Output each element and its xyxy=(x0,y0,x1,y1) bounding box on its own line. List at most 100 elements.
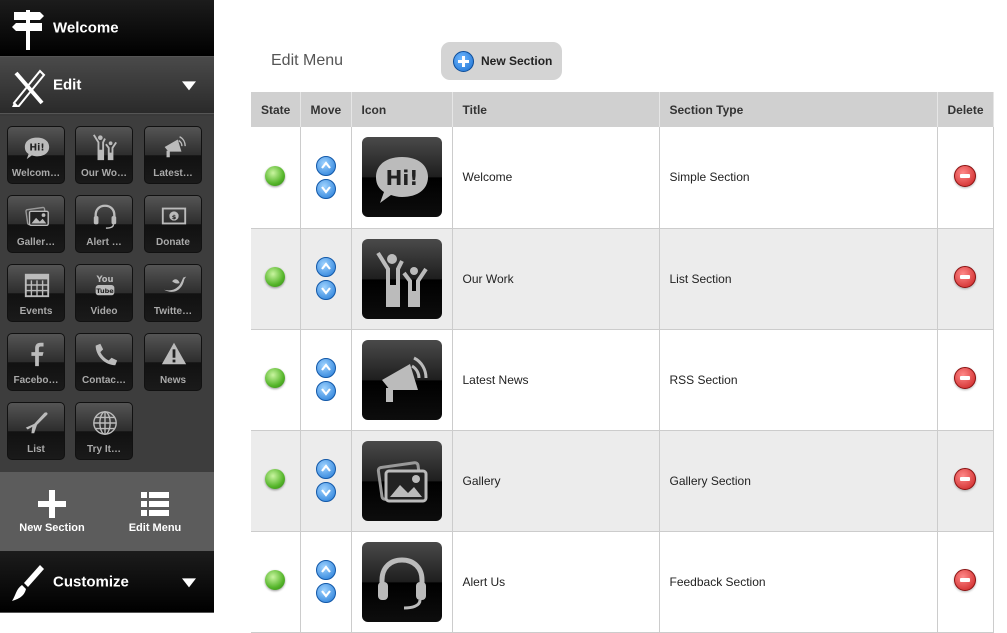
move-down-button[interactable] xyxy=(315,381,336,401)
chevron-down-icon[interactable] xyxy=(182,577,196,587)
section-icon-tile[interactable] xyxy=(361,440,442,521)
icon-cell xyxy=(351,329,453,431)
sidebar-tile-label: Facebo… xyxy=(13,375,59,386)
sidebar-tile-10[interactable]: Contac… xyxy=(75,333,133,391)
arrow-up-icon xyxy=(320,160,331,169)
sidebar-tile-2[interactable]: Latest… xyxy=(144,126,202,184)
column-header-icon: Icon xyxy=(351,92,453,127)
section-type: List Section xyxy=(659,228,938,330)
move-up-button[interactable] xyxy=(315,155,336,176)
sections-table: State Move Icon Title Section Type Delet… xyxy=(251,92,994,633)
section-type: RSS Section xyxy=(659,329,938,431)
sidebar-customize-header[interactable]: Customize xyxy=(0,551,214,613)
delete-button[interactable] xyxy=(954,164,976,187)
delete-button[interactable] xyxy=(954,367,976,389)
sidebar-tile-5[interactable]: $ Donate xyxy=(144,195,202,253)
new-section-button[interactable]: New Section xyxy=(441,42,562,80)
airplane-icon xyxy=(25,412,48,434)
move-up-button[interactable] xyxy=(315,358,336,378)
svg-text:You: You xyxy=(95,274,113,284)
section-icon-tile[interactable]: Hi! xyxy=(361,137,442,218)
people-icon xyxy=(375,251,428,307)
state-active-icon[interactable] xyxy=(265,469,286,489)
section-type: Gallery Section xyxy=(659,430,938,532)
move-down-button[interactable] xyxy=(315,178,336,199)
table-row: Latest News RSS Section xyxy=(251,329,994,431)
section-icon-tile[interactable] xyxy=(361,541,442,622)
sidebar-tile-13[interactable]: Try It… xyxy=(75,402,133,460)
move-down-button[interactable] xyxy=(315,280,336,300)
sidebar-tile-label: Galler… xyxy=(16,237,56,248)
delete-button[interactable] xyxy=(954,569,976,591)
sidebar-tile-12[interactable]: List xyxy=(7,402,65,460)
plus-circle-icon xyxy=(453,51,474,72)
sidebar-tile-label: Try It… xyxy=(87,444,121,455)
state-active-icon[interactable] xyxy=(265,368,286,388)
sidebar-welcome-header[interactable]: Welcome xyxy=(0,0,214,57)
hi-speech-icon: Hi! xyxy=(375,157,428,204)
move-down-button[interactable] xyxy=(315,482,336,502)
sidebar-tile-label: Latest… xyxy=(153,168,193,179)
section-title: Alert Us xyxy=(452,531,660,633)
sidebar-edit-menu-button[interactable]: Edit Menu xyxy=(105,490,205,534)
delete-button[interactable] xyxy=(954,266,976,288)
column-header-section-type: Section Type xyxy=(659,92,938,127)
move-cell xyxy=(300,127,352,229)
sidebar-tile-label: News xyxy=(159,375,187,386)
sidebar-tile-9[interactable]: Facebo… xyxy=(7,333,65,391)
paintbrush-icon xyxy=(12,565,44,601)
sidebar-tile-0[interactable]: Hi! Welcom… xyxy=(7,126,65,184)
move-cell xyxy=(300,430,352,532)
section-title: Gallery xyxy=(452,430,660,532)
sidebar-tile-label: List xyxy=(27,444,45,455)
state-cell xyxy=(251,531,301,633)
sidebar-tile-11[interactable]: News xyxy=(144,333,202,391)
section-icon-tile[interactable] xyxy=(361,339,442,420)
state-active-icon[interactable] xyxy=(265,570,286,590)
new-section-label: New Section xyxy=(19,522,85,534)
delete-button[interactable] xyxy=(954,468,976,490)
table-row: Hi! Welcome Simple Section xyxy=(251,127,994,229)
sidebar-tile-1[interactable]: Our Wo… xyxy=(75,126,133,184)
move-up-button[interactable] xyxy=(315,257,336,277)
sidebar-tile-label: Donate xyxy=(156,237,190,248)
move-cell xyxy=(300,329,352,431)
sidebar-tile-label: Twitte… xyxy=(153,306,193,317)
sidebar-tile-6[interactable]: Events xyxy=(7,264,65,322)
state-active-icon[interactable] xyxy=(265,267,286,287)
arrow-down-icon xyxy=(320,186,331,194)
section-tile-grid: Hi! Welcom… Our Wo… Latest… Galler… Alert … $ D… xyxy=(0,116,214,472)
sidebar-tile-4[interactable]: Alert … xyxy=(75,195,133,253)
column-header-move: Move xyxy=(300,92,352,127)
state-cell xyxy=(251,329,301,431)
sidebar-tile-7[interactable]: You Tube Video xyxy=(75,264,133,322)
icon-cell: Hi! xyxy=(351,127,453,229)
state-active-icon[interactable] xyxy=(265,165,286,186)
section-icon-tile[interactable] xyxy=(361,238,442,319)
sidebar-tile-3[interactable]: Galler… xyxy=(7,195,65,253)
svg-text:$: $ xyxy=(172,213,177,221)
svg-text:Hi!: Hi! xyxy=(385,166,418,190)
move-up-button[interactable] xyxy=(315,459,336,479)
sidebar-new-section-button[interactable]: New Section xyxy=(2,490,102,534)
arrow-up-icon xyxy=(320,565,331,573)
icon-cell xyxy=(351,531,453,633)
youtube-icon: You Tube xyxy=(95,274,115,296)
sidebar-tile-label: Our Wo… xyxy=(81,168,127,179)
chevron-down-icon[interactable] xyxy=(182,81,196,91)
signpost-icon xyxy=(12,10,44,50)
page-title: Edit Menu xyxy=(271,52,344,69)
sidebar-tile-8[interactable]: Twitte… xyxy=(144,264,202,322)
hi-speech-icon: Hi! xyxy=(24,137,50,160)
state-cell xyxy=(251,127,301,229)
sidebar-edit-header[interactable]: Edit xyxy=(0,57,214,114)
delete-cell xyxy=(937,228,994,330)
state-cell xyxy=(251,228,301,330)
icon-cell xyxy=(351,430,453,532)
move-up-button[interactable] xyxy=(315,560,336,580)
new-section-button-label: New Section xyxy=(481,54,553,68)
svg-text:Tube: Tube xyxy=(96,287,114,295)
sidebar-actions: New Section Edit Menu xyxy=(0,472,214,551)
move-down-button[interactable] xyxy=(315,583,336,603)
arrow-up-icon xyxy=(320,262,331,270)
